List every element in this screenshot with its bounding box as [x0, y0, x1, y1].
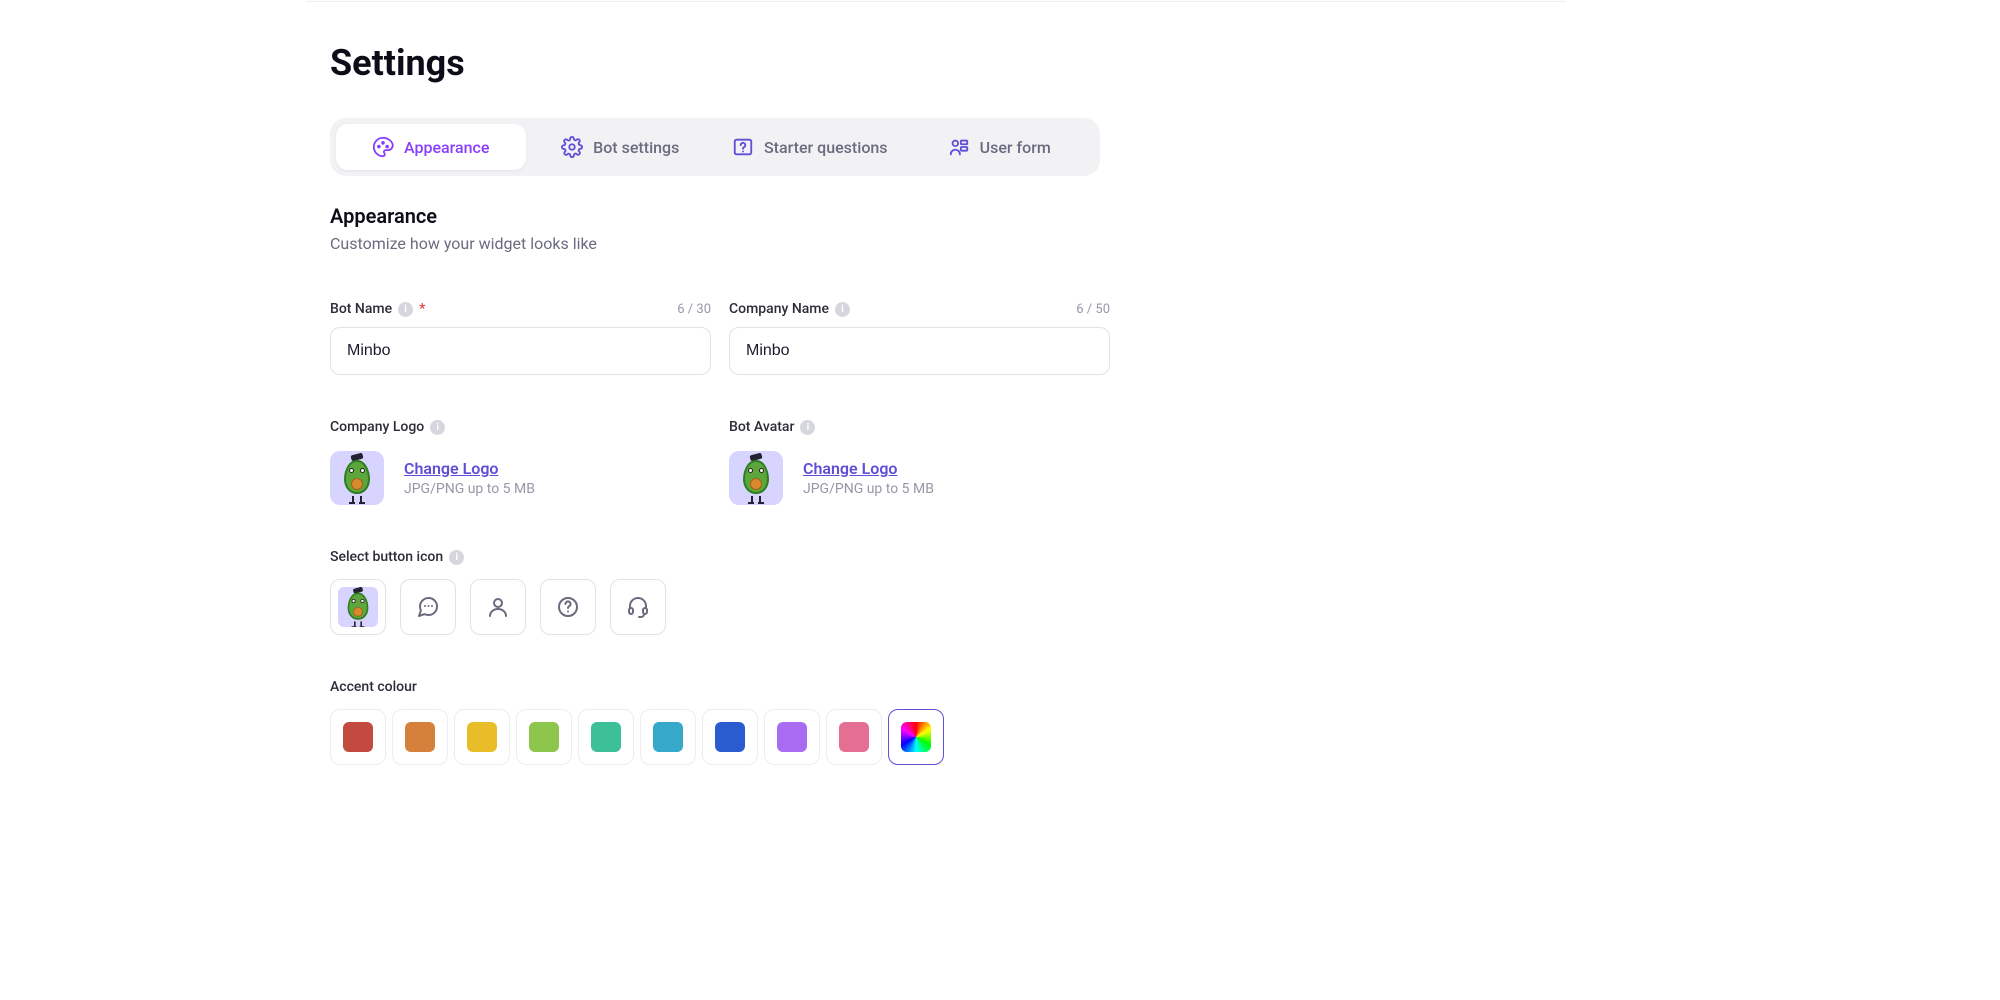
bot-avatar-hint: JPG/PNG up to 5 MB [803, 481, 934, 497]
tab-label: Starter questions [764, 138, 888, 157]
accent-color-a86cf2[interactable] [764, 709, 820, 765]
color-swatch [467, 722, 497, 752]
accent-color-3dbf98[interactable] [578, 709, 634, 765]
accent-color-2b5ccf[interactable] [702, 709, 758, 765]
company-logo-block: Company Logo i Change Logo JPG/PNG up to… [330, 419, 711, 505]
avocado-icon [346, 589, 370, 624]
tab-bot-settings[interactable]: Bot settings [526, 124, 716, 170]
change-company-logo-link[interactable]: Change Logo [404, 459, 535, 478]
change-bot-avatar-link[interactable]: Change Logo [803, 459, 934, 478]
question-card-icon [732, 136, 754, 158]
settings-tabs: Appearance Bot settings Starter question… [330, 118, 1100, 176]
company-name-field: Company Name i 6 / 50 [729, 301, 1110, 375]
accent-color-custom[interactable] [888, 709, 944, 765]
accent-color-e46f92[interactable] [826, 709, 882, 765]
tab-user-form[interactable]: User form [905, 124, 1095, 170]
company-name-input[interactable] [729, 327, 1110, 375]
page-title: Settings [330, 42, 1110, 84]
palette-icon [372, 136, 394, 158]
company-name-label: Company Name [729, 301, 829, 317]
bot-avatar-preview [729, 451, 783, 505]
question-circle-icon [556, 595, 580, 619]
button-icon-section: Select button icon i [330, 549, 1110, 635]
color-swatch [529, 722, 559, 752]
user-form-icon [948, 136, 970, 158]
section-header: Appearance Customize how your widget loo… [330, 204, 1110, 253]
color-swatch [839, 722, 869, 752]
button-icon-question[interactable] [540, 579, 596, 635]
color-swatch [901, 722, 931, 752]
button-icon-avatar-image[interactable] [330, 579, 386, 635]
section-subtitle: Customize how your widget looks like [330, 234, 1110, 253]
accent-colour-label: Accent colour [330, 679, 417, 695]
tab-starter-questions[interactable]: Starter questions [715, 124, 905, 170]
color-swatch [343, 722, 373, 752]
color-swatch [777, 722, 807, 752]
chat-bubble-icon [416, 595, 440, 619]
tab-label: Appearance [404, 138, 489, 157]
headset-icon [626, 595, 650, 619]
info-icon[interactable]: i [835, 302, 850, 317]
accent-color-c24a3f[interactable] [330, 709, 386, 765]
required-star: * [419, 301, 425, 317]
color-swatch [715, 722, 745, 752]
accent-color-8dc64a[interactable] [516, 709, 572, 765]
accent-colour-section: Accent colour [330, 679, 1110, 765]
bot-name-field: Bot Name i * 6 / 30 [330, 301, 711, 375]
gear-icon [561, 136, 583, 158]
color-swatch [405, 722, 435, 752]
info-icon[interactable]: i [449, 550, 464, 565]
info-icon[interactable]: i [398, 302, 413, 317]
tab-label: Bot settings [593, 138, 679, 157]
company-logo-label: Company Logo [330, 419, 424, 435]
bot-name-counter: 6 / 30 [677, 302, 711, 317]
info-icon[interactable]: i [800, 420, 815, 435]
avocado-icon [342, 456, 372, 500]
bot-name-input[interactable] [330, 327, 711, 375]
accent-color-e9bd28[interactable] [454, 709, 510, 765]
company-logo-preview [330, 451, 384, 505]
user-icon [486, 595, 510, 619]
name-fields-row: Bot Name i * 6 / 30 Company Name i 6 / 5… [330, 301, 1110, 375]
company-name-counter: 6 / 50 [1076, 302, 1110, 317]
bot-avatar-label: Bot Avatar [729, 419, 794, 435]
button-icon-chat[interactable] [400, 579, 456, 635]
button-icon-label: Select button icon [330, 549, 443, 565]
bot-avatar-block: Bot Avatar i Change Logo JPG/PNG up to 5… [729, 419, 1110, 505]
tab-label: User form [980, 138, 1051, 157]
info-icon[interactable]: i [430, 420, 445, 435]
logo-avatar-row: Company Logo i Change Logo JPG/PNG up to… [330, 419, 1110, 505]
color-swatch [653, 722, 683, 752]
section-title: Appearance [330, 204, 1110, 228]
bot-name-label: Bot Name [330, 301, 392, 317]
avocado-icon [741, 456, 771, 500]
accent-color-d6813b[interactable] [392, 709, 448, 765]
tab-appearance[interactable]: Appearance [336, 124, 526, 170]
button-icon-user[interactable] [470, 579, 526, 635]
company-logo-hint: JPG/PNG up to 5 MB [404, 481, 535, 497]
color-swatch [591, 722, 621, 752]
settings-panel: Settings Appearance Bot settings Starter… [330, 42, 1110, 765]
accent-color-36a8c9[interactable] [640, 709, 696, 765]
button-icon-headset[interactable] [610, 579, 666, 635]
top-divider [306, 0, 1566, 2]
